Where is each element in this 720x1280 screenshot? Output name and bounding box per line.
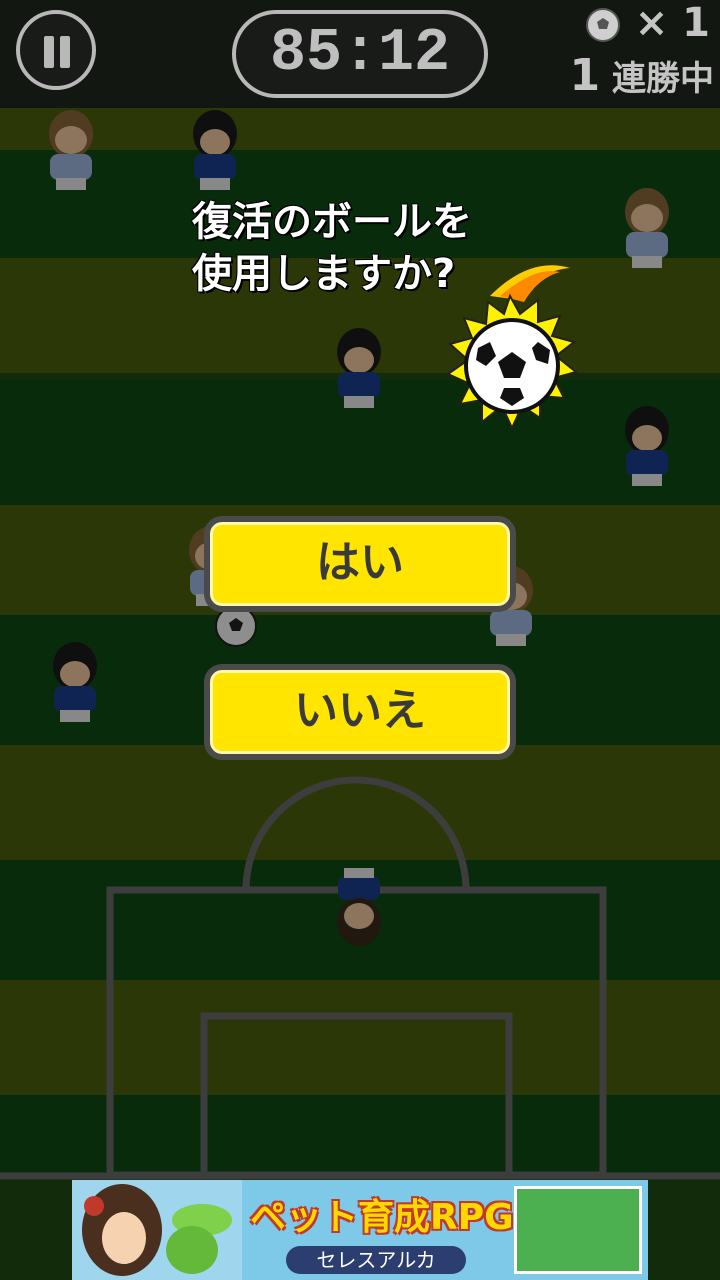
prompt-line-1: 復活のボールを <box>192 199 472 245</box>
yes-button[interactable]: はい <box>204 516 516 612</box>
ad-character-art <box>72 1180 242 1280</box>
ad-subtitle: セレスアルカ <box>286 1246 466 1274</box>
pause-button[interactable] <box>16 10 96 90</box>
streak-label: 連勝中 <box>612 59 714 99</box>
modal-overlay <box>0 0 720 1280</box>
ad-thumbnail <box>514 1186 642 1274</box>
hud-bar: 85:12 × 1 1 連勝中 <box>0 0 720 108</box>
pause-icon <box>44 36 54 68</box>
pause-icon <box>60 36 70 68</box>
no-button[interactable]: いいえ <box>204 664 516 760</box>
ad-banner[interactable]: ペット育成RPG セレスアルカ <box>72 1180 648 1280</box>
match-timer: 85:12 <box>232 10 488 98</box>
streak-number: 1 <box>569 50 601 101</box>
soccer-ball-icon <box>585 8 620 42</box>
revival-ball-icon <box>445 265 579 431</box>
win-streak: 1 連勝中 <box>570 50 714 101</box>
ad-title: ペット育成RPG <box>250 1197 514 1238</box>
ball-count-value: × 1 <box>634 0 710 46</box>
revival-ball-count: × 1 <box>585 0 710 46</box>
